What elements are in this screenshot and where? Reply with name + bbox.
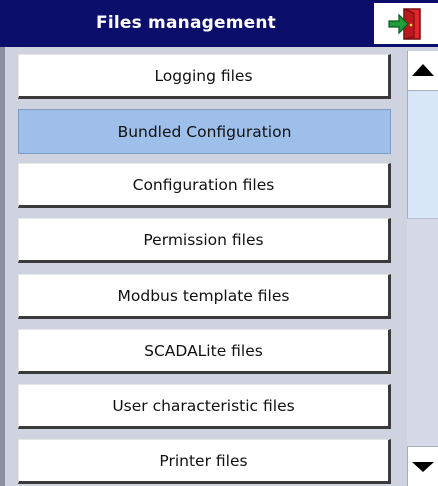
scroll-up-button[interactable] bbox=[407, 51, 438, 91]
exit-door-icon bbox=[388, 8, 421, 40]
list-item-user-characteristic-files[interactable]: User characteristic files bbox=[18, 384, 391, 429]
list-item-bundled-configuration[interactable]: Bundled Configuration bbox=[18, 109, 391, 154]
content-area: Logging files Bundled Configuration Conf… bbox=[0, 47, 438, 486]
exit-button[interactable] bbox=[372, 3, 438, 44]
left-edge-divider bbox=[0, 47, 5, 486]
scroll-thumb[interactable] bbox=[407, 91, 438, 219]
list-item-permission-files[interactable]: Permission files bbox=[18, 218, 391, 263]
list-item-printer-files[interactable]: Printer files bbox=[18, 439, 391, 484]
page-title: Files management bbox=[96, 13, 276, 33]
title-bar: Files management bbox=[0, 0, 438, 47]
list-item-configuration-files[interactable]: Configuration files bbox=[18, 163, 391, 208]
list-item-modbus-template-files[interactable]: Modbus template files bbox=[18, 274, 391, 319]
triangle-up-icon bbox=[412, 64, 434, 76]
vertical-scrollbar[interactable] bbox=[407, 51, 438, 486]
triangle-down-icon bbox=[412, 462, 434, 472]
list-item-logging-files[interactable]: Logging files bbox=[18, 54, 391, 99]
scroll-down-button[interactable] bbox=[407, 446, 438, 486]
list-item-scadalite-files[interactable]: SCADALite files bbox=[18, 329, 391, 374]
